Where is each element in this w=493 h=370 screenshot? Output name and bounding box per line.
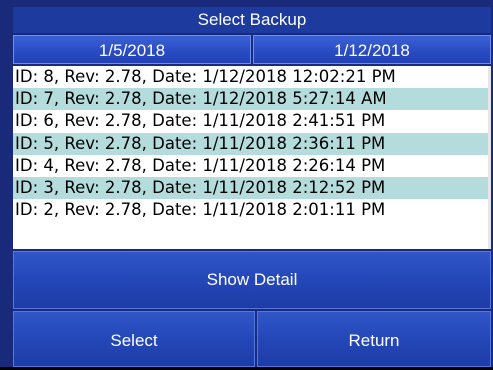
show-detail-button[interactable]: Show Detail (13, 251, 491, 309)
list-item[interactable]: ID: 6, Rev: 2.78, Date: 1/11/2018 2:41:5… (13, 110, 491, 132)
select-button[interactable]: Select (13, 311, 255, 367)
list-item[interactable]: ID: 4, Rev: 2.78, Date: 1/11/2018 2:26:1… (13, 155, 491, 177)
list-item[interactable]: ID: 2, Rev: 2.78, Date: 1/11/2018 2:01:1… (13, 199, 491, 221)
date-tab-start[interactable]: 1/5/2018 (13, 35, 251, 64)
list-item[interactable]: ID: 7, Rev: 2.78, Date: 1/12/2018 5:27:1… (13, 88, 491, 111)
date-tab-end[interactable]: 1/12/2018 (253, 35, 491, 64)
list-item[interactable]: ID: 8, Rev: 2.78, Date: 1/12/2018 12:02:… (13, 66, 491, 88)
list-item[interactable]: ID: 3, Rev: 2.78, Date: 1/11/2018 2:12:5… (13, 176, 491, 200)
page-title: Select Backup (13, 7, 491, 33)
backup-screen: Select Backup 1/5/2018 1/12/2018 ID: 8, … (0, 0, 493, 367)
return-button[interactable]: Return (257, 311, 491, 367)
list-scrollbar[interactable] (488, 66, 491, 249)
list-item[interactable]: ID: 5, Rev: 2.78, Date: 1/11/2018 2:36:1… (13, 132, 491, 155)
backup-list[interactable]: ID: 8, Rev: 2.78, Date: 1/12/2018 12:02:… (13, 66, 491, 249)
